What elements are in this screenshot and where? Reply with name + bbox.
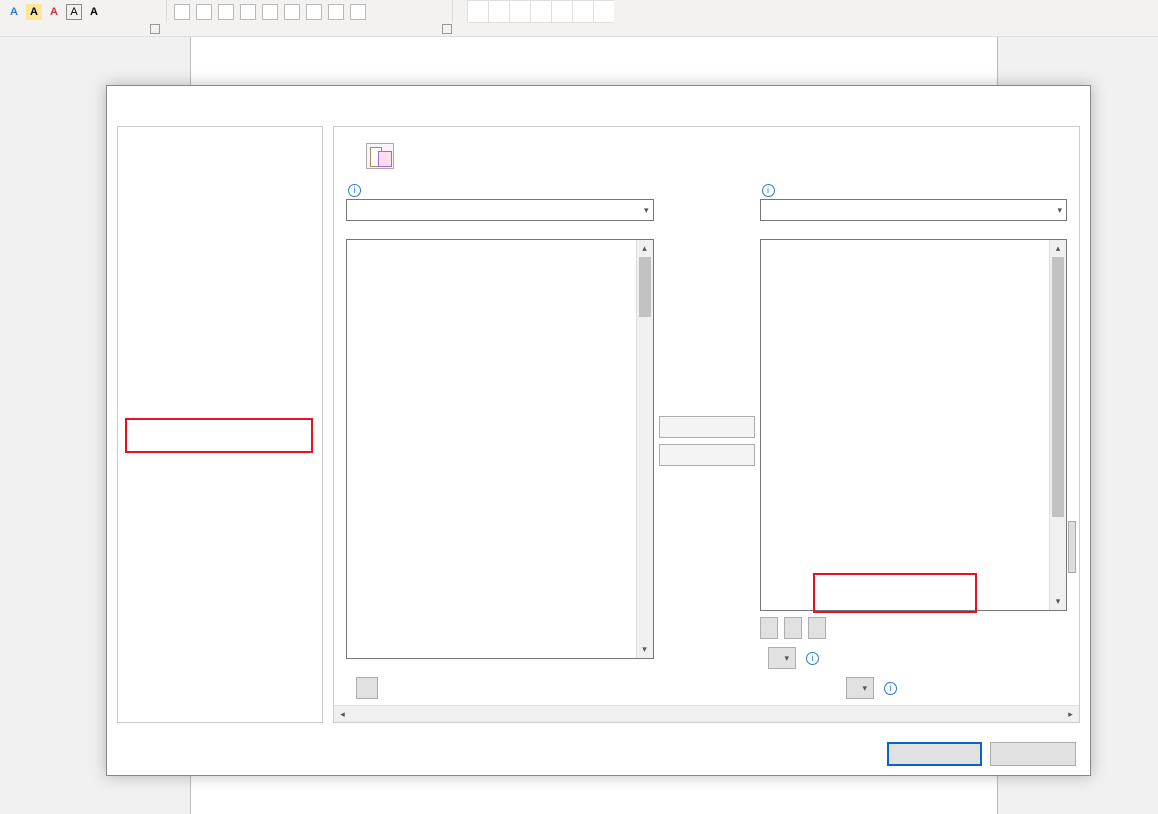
options-nav — [117, 126, 323, 723]
reset-dropdown[interactable]: ▾ — [768, 647, 797, 669]
info-icon[interactable]: i — [348, 184, 361, 197]
dialog-footer — [107, 733, 1090, 775]
align-right-icon[interactable] — [284, 4, 300, 20]
style-no-spacing[interactable] — [489, 0, 510, 23]
scroll-up-icon[interactable]: ▴ — [1050, 240, 1066, 257]
style-heading1[interactable] — [510, 0, 531, 23]
transfer-buttons — [658, 183, 756, 699]
import-export-dropdown[interactable]: ▾ — [846, 677, 875, 699]
chevron-down-icon: ▾ — [644, 205, 649, 216]
horizontal-scrollbar[interactable]: ◂ ▸ — [334, 705, 1079, 722]
shading-icon[interactable] — [328, 4, 344, 20]
highlight-icon[interactable]: A — [26, 4, 42, 20]
info-icon[interactable]: i — [806, 652, 819, 665]
help-button[interactable] — [1000, 86, 1045, 116]
dialog-title — [107, 86, 1090, 116]
numbering-icon[interactable] — [196, 4, 212, 20]
scroll-thumb[interactable] — [1052, 257, 1064, 517]
reorder-buttons[interactable] — [1068, 521, 1076, 573]
scrollbar[interactable]: ▴ ▾ — [636, 240, 653, 658]
ok-button[interactable] — [887, 742, 982, 766]
ribbon-tree[interactable]: ▴ ▾ — [760, 239, 1068, 611]
word-options-dialog: i ▾ ▴ ▾ — [106, 85, 1091, 776]
add-button — [659, 416, 755, 438]
cancel-button[interactable] — [990, 742, 1076, 766]
borders-icon[interactable] — [350, 4, 366, 20]
font-effects-icon[interactable]: A — [86, 4, 102, 20]
style-heading2[interactable] — [531, 0, 552, 23]
ribbon-paragraph-group — [168, 0, 453, 23]
style-standard[interactable] — [467, 0, 489, 23]
styles-gallery[interactable] — [467, 0, 1158, 23]
commands-listbox[interactable]: ▴ ▾ — [346, 239, 654, 659]
paragraph-dialog-launcher-icon[interactable] — [150, 24, 160, 34]
scroll-up-icon[interactable]: ▴ — [637, 240, 653, 257]
new-group-button[interactable] — [784, 617, 802, 639]
info-icon[interactable]: i — [762, 184, 775, 197]
style-subtitle[interactable] — [573, 0, 594, 23]
align-left-icon[interactable] — [240, 4, 256, 20]
ribbon-font-group: A A A A A — [0, 0, 167, 23]
scroll-left-icon[interactable]: ◂ — [334, 706, 351, 723]
char-border-icon[interactable]: A — [66, 4, 82, 20]
customize-ribbon-combo[interactable]: ▾ — [760, 199, 1068, 221]
ribbon-customize-icon — [366, 143, 394, 169]
options-pane: i ▾ ▴ ▾ — [333, 126, 1080, 723]
scroll-down-icon[interactable]: ▾ — [1050, 593, 1066, 610]
font-color2-icon[interactable]: A — [46, 4, 62, 20]
chevron-down-icon: ▾ — [785, 653, 790, 664]
bullets-icon[interactable] — [174, 4, 190, 20]
choose-commands-combo[interactable]: ▾ — [346, 199, 654, 221]
new-tab-button[interactable] — [760, 617, 778, 639]
customize-keys-button[interactable] — [356, 677, 378, 699]
line-spacing-icon[interactable] — [306, 4, 322, 20]
close-button[interactable] — [1045, 86, 1090, 116]
remove-button — [659, 444, 755, 466]
scroll-down-icon[interactable]: ▾ — [637, 641, 653, 658]
scroll-right-icon[interactable]: ▸ — [1062, 706, 1079, 723]
ribbon-column: i ▾ ▴ ▾ — [760, 183, 1068, 699]
paragraph-dialog-launcher2-icon[interactable] — [442, 24, 452, 34]
chevron-down-icon: ▾ — [863, 683, 868, 694]
multilevel-icon[interactable] — [218, 4, 234, 20]
info-icon[interactable]: i — [884, 682, 897, 695]
rename-button[interactable] — [808, 617, 826, 639]
style-more[interactable] — [594, 0, 614, 23]
chevron-down-icon: ▾ — [1057, 205, 1062, 216]
scrollbar[interactable]: ▴ ▾ — [1049, 240, 1066, 610]
style-title[interactable] — [552, 0, 573, 23]
font-color-icon[interactable]: A — [6, 4, 22, 20]
align-center-icon[interactable] — [262, 4, 278, 20]
commands-column: i ▾ ▴ ▾ — [346, 183, 654, 699]
scroll-thumb[interactable] — [639, 257, 651, 317]
